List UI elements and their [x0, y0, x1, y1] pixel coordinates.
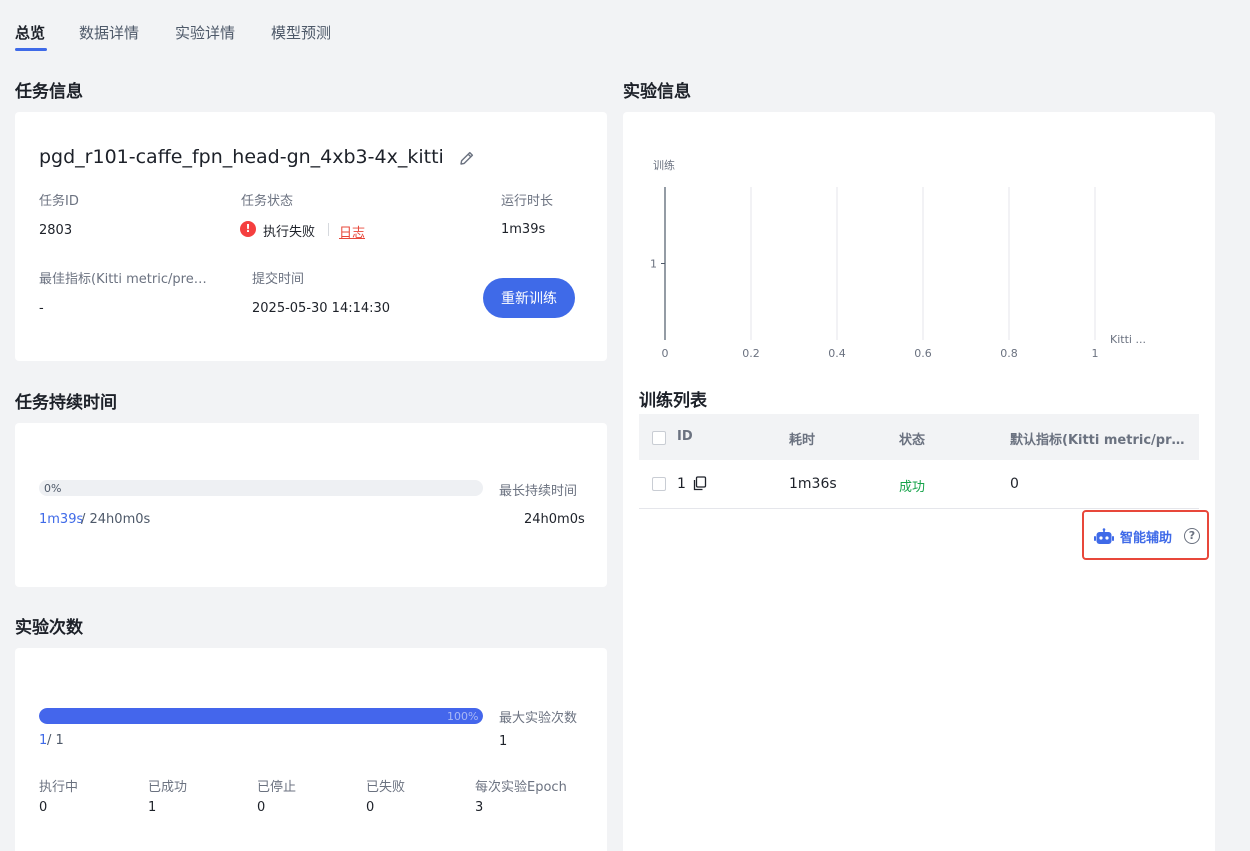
experiment-progress-text: 100%: [447, 710, 479, 723]
log-link[interactable]: 日志: [339, 222, 365, 241]
column-header-status[interactable]: 状态: [899, 429, 925, 448]
error-icon: !: [240, 221, 256, 237]
x-tick-label: 0: [662, 347, 669, 360]
table-row[interactable]: 1 1m36s 成功 0: [639, 460, 1199, 509]
experiment-info-card: 0 0.2 0.4 0.6 0.8 1 1 训练 Kitti ... 训练列表 ID 耗时 状态…: [623, 112, 1215, 851]
experiment-info-title: 实验信息: [623, 82, 691, 102]
x-tick-label: 0.2: [742, 347, 760, 360]
task-status-label: 任务状态: [241, 194, 294, 209]
task-id-label: 任务ID: [39, 194, 79, 209]
y-tick-label: 1: [650, 258, 657, 271]
select-all-checkbox[interactable]: [652, 431, 666, 445]
copy-icon[interactable]: [692, 476, 707, 491]
tab-data-details[interactable]: 数据详情: [79, 22, 139, 43]
best-metric-value: -: [39, 301, 44, 316]
duration-progress-text: 0%: [44, 482, 62, 495]
column-header-duration[interactable]: 耗时: [789, 429, 815, 448]
best-metric-label: 最佳指标(Kitti metric/pre…: [39, 272, 207, 287]
max-duration-label: 最长持续时间: [499, 484, 578, 499]
x-tick-label: 0.4: [828, 347, 846, 360]
row-status: 成功: [899, 480, 926, 495]
task-info-title: 任务信息: [15, 82, 83, 102]
experiment-count-title: 实验次数: [15, 618, 83, 638]
training-list-title: 训练列表: [639, 391, 707, 411]
smart-assist-button[interactable]: 智能辅助 ?: [1082, 510, 1209, 560]
submit-time-label: 提交时间: [252, 272, 305, 287]
column-header-metric[interactable]: 默认指标(Kitti metric/pr…: [1010, 429, 1185, 448]
current-duration-value: 1m39s: [39, 512, 84, 527]
x-tick-label: 1: [1092, 347, 1099, 360]
stat-failed-value: 0: [366, 800, 375, 815]
max-experiment-label: 最大实验次数: [499, 711, 578, 726]
active-tab-indicator: [15, 48, 47, 51]
stat-stopped-label: 已停止: [257, 780, 297, 795]
stat-epoch-value: 3: [475, 800, 484, 815]
stat-running-value: 0: [39, 800, 48, 815]
experiment-chart: 0 0.2 0.4 0.6 0.8 1 1 训练 Kitti ...: [650, 158, 1146, 360]
top-tab-bar: 总览 数据详情 实验详情 模型预测: [0, 0, 1250, 70]
row-id: 1: [677, 476, 686, 492]
x-axis-label: Kitti ...: [1110, 333, 1146, 346]
tab-model-prediction[interactable]: 模型预测: [271, 22, 331, 43]
tab-overview[interactable]: 总览: [15, 22, 45, 43]
experiment-progress-bar: [39, 708, 483, 724]
x-tick-label: 0.6: [914, 347, 932, 360]
experiment-count-card: 100% 最大实验次数 1 / 1 1 执行中 0 已成功 1 已停止 0 已失…: [15, 648, 607, 851]
tab-experiment-details[interactable]: 实验详情: [175, 22, 235, 43]
smart-assist-label: 智能辅助: [1120, 531, 1173, 546]
stat-failed-label: 已失败: [366, 780, 406, 795]
row-metric: 0: [1010, 476, 1019, 492]
help-icon[interactable]: ?: [1184, 528, 1200, 544]
stat-succeeded-value: 1: [148, 800, 157, 815]
runtime-value: 1m39s: [501, 222, 546, 237]
stat-stopped-value: 0: [257, 800, 266, 815]
max-experiment-value: 1: [499, 734, 508, 749]
submit-time-value: 2025-05-30 14:14:30: [252, 301, 391, 316]
task-id-value: 2803: [39, 223, 73, 238]
stat-epoch-label: 每次实验Epoch: [475, 780, 567, 795]
row-checkbox[interactable]: [652, 477, 666, 491]
task-name: pgd_r101-caffe_fpn_head-gn_4xb3-4x_kitti: [39, 146, 444, 168]
column-header-id[interactable]: ID: [677, 429, 693, 444]
edit-icon[interactable]: [458, 149, 476, 167]
duration-card: 0% 最长持续时间 1m39s / 24h0m0s 24h0m0s: [15, 423, 607, 587]
status-divider: [328, 223, 329, 236]
y-axis-label: 训练: [653, 158, 675, 172]
current-experiment-suffix: / 1: [47, 733, 64, 748]
runtime-label: 运行时长: [501, 194, 554, 209]
duration-title: 任务持续时间: [15, 393, 117, 413]
row-duration: 1m36s: [789, 476, 837, 492]
x-tick-label: 0.8: [1000, 347, 1018, 360]
duration-progress-bar: [39, 480, 483, 496]
max-duration-value: 24h0m0s: [524, 512, 585, 527]
table-header: ID 耗时 状态 默认指标(Kitti metric/pr…: [639, 414, 1199, 460]
stat-succeeded-label: 已成功: [148, 780, 188, 795]
experiment-progress-fill: [39, 708, 483, 724]
retrain-button[interactable]: 重新训练: [483, 278, 575, 318]
robot-icon: [1094, 528, 1114, 544]
current-duration-suffix: / 24h0m0s: [81, 512, 151, 527]
task-info-card: pgd_r101-caffe_fpn_head-gn_4xb3-4x_kitti…: [15, 112, 607, 361]
stat-running-label: 执行中: [39, 780, 79, 795]
task-status-value: 执行失败: [263, 225, 316, 240]
